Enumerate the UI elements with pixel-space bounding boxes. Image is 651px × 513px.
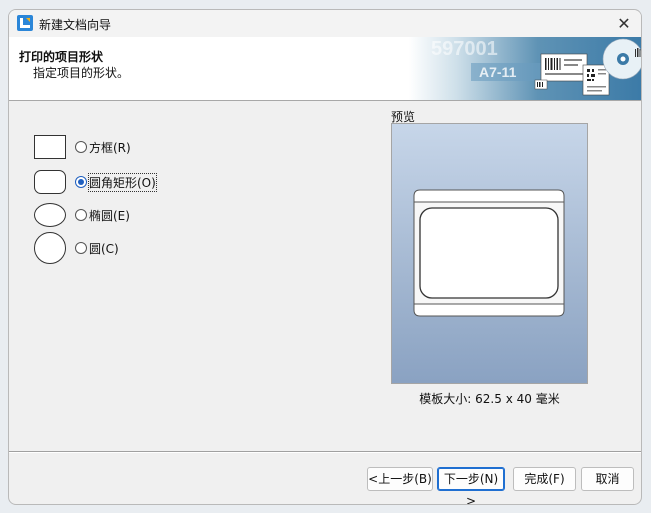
- shape-label-circle: 圆(C): [89, 242, 119, 256]
- circle-shape-icon: [34, 232, 66, 264]
- window-title: 新建文档向导: [39, 18, 112, 32]
- step-title: 打印的项目形状: [19, 50, 104, 64]
- barcode-banner-image: 597001 A7-11: [409, 37, 641, 100]
- footer-separator: [9, 451, 641, 453]
- radio-circle[interactable]: [75, 242, 87, 254]
- banner-code-text: A7-11: [479, 64, 517, 80]
- radio-rounded-rectangle[interactable]: [75, 176, 87, 188]
- app-logo-icon: [17, 15, 33, 31]
- next-button[interactable]: 下一步(N) >: [437, 467, 505, 504]
- finish-button[interactable]: 完成(F): [513, 467, 576, 491]
- banner-number-text: 597001: [431, 38, 498, 60]
- shape-label-square: 方框(R): [89, 141, 131, 155]
- wizard-window: 新建文档向导 ✕ 打印的项目形状 指定项目的形状。 597001 A7-11 方…: [8, 9, 642, 505]
- rounded-rectangle-shape-icon: [34, 170, 66, 194]
- template-size-text: 模板大小: 62.5 x 40 毫米: [419, 392, 560, 406]
- square-shape-icon: [34, 135, 66, 159]
- step-subtitle: 指定项目的形状。: [33, 66, 130, 80]
- cancel-button[interactable]: 取消: [581, 467, 634, 491]
- radio-square[interactable]: [75, 141, 87, 153]
- title-bar: 新建文档向导 ✕: [9, 10, 641, 37]
- radio-ellipse[interactable]: [75, 209, 87, 221]
- close-button[interactable]: ✕: [607, 10, 641, 37]
- label-roll-illustration: [413, 189, 565, 317]
- wizard-header: 打印的项目形状 指定项目的形状。 597001 A7-11: [9, 37, 641, 101]
- ellipse-shape-icon: [34, 203, 66, 227]
- shape-label-ellipse: 椭圆(E): [89, 209, 130, 223]
- label-preview: [391, 123, 588, 384]
- shape-label-rounded-rectangle: 圆角矩形(O): [88, 173, 157, 192]
- back-button[interactable]: <上一步(B): [367, 467, 433, 491]
